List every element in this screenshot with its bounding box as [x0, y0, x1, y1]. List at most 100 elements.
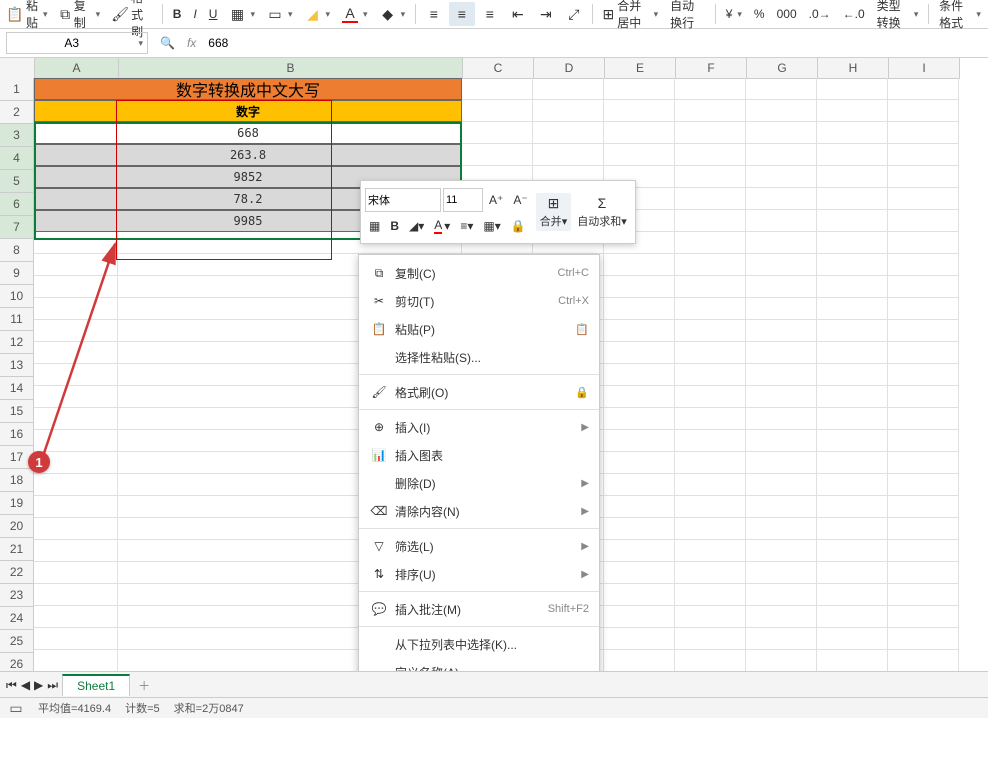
cell-G16[interactable] [746, 408, 817, 430]
mini-size-select[interactable] [443, 188, 483, 212]
sheet-nav-next[interactable]: ▶ [34, 678, 43, 692]
cell-F23[interactable] [675, 562, 746, 584]
col-header-cell[interactable]: 数字 [34, 100, 462, 122]
cell-A19[interactable] [34, 474, 118, 496]
row-header-10[interactable]: 10 [0, 285, 34, 308]
cell-I18[interactable] [888, 452, 959, 474]
type-convert-button[interactable]: 类型转换▾ [872, 2, 924, 26]
cell-E3[interactable] [604, 122, 675, 144]
cell-E11[interactable] [604, 298, 675, 320]
cell-G18[interactable] [746, 452, 817, 474]
cell-F9[interactable] [675, 254, 746, 276]
cell-D2[interactable] [533, 100, 604, 122]
cell-E27[interactable] [604, 650, 675, 672]
cell-H21[interactable] [817, 518, 888, 540]
cell-E15[interactable] [604, 386, 675, 408]
col-header-I[interactable]: I [889, 58, 960, 79]
cell-F22[interactable] [675, 540, 746, 562]
sheet-nav-last[interactable]: ⏭ [47, 678, 58, 693]
col-header-G[interactable]: G [747, 58, 818, 79]
cell-G21[interactable] [746, 518, 817, 540]
cell-I17[interactable] [888, 430, 959, 452]
cell-F12[interactable] [675, 320, 746, 342]
cell-E14[interactable] [604, 364, 675, 386]
cell-E1[interactable] [604, 78, 675, 100]
cell-E13[interactable] [604, 342, 675, 364]
comma-button[interactable]: 000 [772, 2, 802, 26]
row-header-1[interactable]: 1 [0, 78, 34, 101]
cell-I21[interactable] [888, 518, 959, 540]
cell-I26[interactable] [888, 628, 959, 650]
cell-H14[interactable] [817, 364, 888, 386]
cell-E10[interactable] [604, 276, 675, 298]
ctx-item-9[interactable]: 删除(D) ▶ [359, 469, 599, 497]
cell-G4[interactable] [746, 144, 817, 166]
cell-C2[interactable] [462, 100, 533, 122]
name-box[interactable]: ▾ [6, 32, 148, 54]
sheet-nav-first[interactable]: ⏮ [6, 678, 17, 693]
mini-merge-button[interactable]: ⊞ 合并▾ [536, 193, 572, 231]
cell-H3[interactable] [817, 122, 888, 144]
font-color-button[interactable]: A▾ [337, 2, 373, 26]
cell-I27[interactable] [888, 650, 959, 672]
cell-H5[interactable] [817, 166, 888, 188]
cell-G27[interactable] [746, 650, 817, 672]
decimal-dec-button[interactable]: ←.0 [838, 2, 870, 26]
borders-button[interactable]: ▦▾ [224, 2, 260, 26]
row-header-21[interactable]: 21 [0, 538, 34, 561]
cell-F19[interactable] [675, 474, 746, 496]
cell-E19[interactable] [604, 474, 675, 496]
cell-E16[interactable] [604, 408, 675, 430]
row-header-2[interactable]: 2 [0, 101, 34, 124]
italic-button[interactable]: I [188, 2, 201, 26]
col-header-D[interactable]: D [534, 58, 605, 79]
cell-E23[interactable] [604, 562, 675, 584]
row-header-12[interactable]: 12 [0, 331, 34, 354]
merge-center-button[interactable]: ⊞合并居中▾ [598, 2, 664, 26]
cell-I8[interactable] [888, 232, 959, 254]
cell-E20[interactable] [604, 496, 675, 518]
ctx-item-1[interactable]: ✂ 剪切(T) Ctrl+X [359, 287, 599, 315]
cell-H6[interactable] [817, 188, 888, 210]
cell-F24[interactable] [675, 584, 746, 606]
cell-H13[interactable] [817, 342, 888, 364]
mini-fill[interactable]: ◢▾ [405, 217, 428, 235]
cell-C1[interactable] [462, 78, 533, 100]
mini-autosum-button[interactable]: Σ 自动求和▾ [573, 193, 631, 231]
cell-F20[interactable] [675, 496, 746, 518]
cond-format-button[interactable]: 条件格式▾ [934, 2, 986, 26]
cell-G7[interactable] [746, 210, 817, 232]
fill-color-button[interactable]: ◢▾ [300, 2, 336, 26]
cell-H4[interactable] [817, 144, 888, 166]
row-header-9[interactable]: 9 [0, 262, 34, 285]
cell-I11[interactable] [888, 298, 959, 320]
cell-F6[interactable] [675, 188, 746, 210]
cell-E2[interactable] [604, 100, 675, 122]
cell-F25[interactable] [675, 606, 746, 628]
cell-G2[interactable] [746, 100, 817, 122]
select-all-corner[interactable] [0, 58, 35, 79]
align-right-button[interactable]: ≡ [477, 2, 503, 26]
cell-C3[interactable] [462, 122, 533, 144]
cell-G23[interactable] [746, 562, 817, 584]
cell-H17[interactable] [817, 430, 888, 452]
cell-H15[interactable] [817, 386, 888, 408]
cell-H10[interactable] [817, 276, 888, 298]
cell-E18[interactable] [604, 452, 675, 474]
title-cell[interactable]: 数字转换成中文大写 [34, 78, 462, 100]
ctx-item-13[interactable]: ⇅ 排序(U) ▶ [359, 560, 599, 588]
row-header-20[interactable]: 20 [0, 515, 34, 538]
orientation-button[interactable]: ⤢ [561, 2, 587, 26]
cell-G13[interactable] [746, 342, 817, 364]
ctx-item-7[interactable]: ⊕ 插入(I) ▶ [359, 413, 599, 441]
row-header-3[interactable]: 3 [0, 124, 34, 147]
cell-H9[interactable] [817, 254, 888, 276]
mini-borders[interactable]: ▦▾ [479, 217, 504, 235]
cell-G8[interactable] [746, 232, 817, 254]
ctx-item-8[interactable]: 📊 插入图表 [359, 441, 599, 469]
cell-A21[interactable] [34, 518, 118, 540]
ctx-item-15[interactable]: 💬 插入批注(M) Shift+F2 [359, 595, 599, 623]
cell-G1[interactable] [746, 78, 817, 100]
ctx-item-2[interactable]: 📋 粘贴(P) 📋 [359, 315, 599, 343]
ctx-item-12[interactable]: ▽ 筛选(L) ▶ [359, 532, 599, 560]
